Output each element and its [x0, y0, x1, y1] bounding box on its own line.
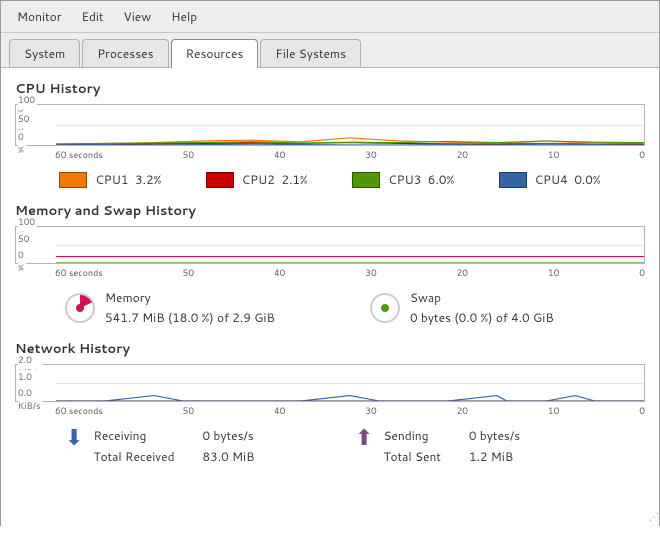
- receiving-rate: 0 bytes/s: [203, 427, 255, 444]
- cpu2-swatch: [206, 172, 234, 188]
- memory-history-section: Memory and Swap History 100 % 50 % 0 % 6…: [15, 202, 645, 326]
- legend-label: CPU2 2.1%: [242, 171, 308, 188]
- cpu4-swatch: [499, 172, 527, 188]
- tab-resources[interactable]: Resources: [171, 39, 259, 67]
- menu-edit[interactable]: Edit: [71, 5, 113, 28]
- swap-detail: Swap 0 bytes (0.0 %) of 4.0 GiB: [370, 289, 645, 326]
- tab-system[interactable]: System: [9, 39, 80, 67]
- cpu-plot: [56, 105, 644, 145]
- tab-bar: System Processes Resources File Systems: [1, 33, 659, 67]
- y-label: 0 %: [18, 130, 26, 156]
- swap-pie-icon: [370, 293, 400, 323]
- total-sent-value: 1.2 MiB: [469, 448, 520, 465]
- memory-chart: 100 % 50 % 0 %: [15, 226, 645, 264]
- cpu-legend-entry[interactable]: CPU4 0.0%: [499, 171, 601, 188]
- sending-label: Sending: [383, 427, 440, 444]
- y-label: 0.0 KiB/s: [18, 386, 42, 412]
- cpu-legend-entry[interactable]: CPU1 3.2%: [59, 171, 161, 188]
- total-received-value: 83.0 MiB: [203, 448, 255, 465]
- memory-plot: [56, 227, 644, 263]
- receiving-label: Receiving: [93, 427, 174, 444]
- tab-filesystems[interactable]: File Systems: [260, 39, 361, 67]
- network-plot: [56, 365, 644, 401]
- sending-rate: 0 bytes/s: [469, 427, 520, 444]
- resize-grip-icon[interactable]: ⋰: [649, 510, 657, 524]
- content-area: CPU History 100 % 50 % 0 % 60 seconds 50…: [1, 67, 659, 534]
- legend-label: CPU3 6.0%: [388, 171, 454, 188]
- memory-pie-icon: [65, 293, 95, 323]
- menu-view[interactable]: View: [114, 5, 162, 28]
- memory-history-title: Memory and Swap History: [15, 202, 645, 220]
- cpu-legend: CPU1 3.2% CPU2 2.1% CPU3 6.0% CPU4 0.0%: [15, 171, 645, 188]
- menu-monitor[interactable]: Monitor: [7, 5, 71, 28]
- network-xaxis: 60 seconds 50 40 30 20 10 0: [55, 404, 645, 417]
- cpu-legend-entry[interactable]: CPU2 2.1%: [206, 171, 308, 188]
- menu-help[interactable]: Help: [161, 5, 207, 28]
- legend-label: CPU4 0.0%: [535, 171, 601, 188]
- cpu-history-title: CPU History: [15, 80, 645, 98]
- total-sent-label: Total Sent: [383, 448, 440, 465]
- network-history-section: Network History 2.0 KiB/s 1.0 KiB/s 0.0 …: [15, 340, 645, 465]
- cpu-chart: 100 % 50 % 0 %: [15, 104, 645, 146]
- memory-xaxis: 60 seconds 50 40 30 20 10 0: [55, 266, 645, 279]
- y-label: 0 %: [18, 248, 26, 274]
- download-icon: ⬇: [65, 427, 83, 465]
- swap-value: 0 bytes (0.0 %) of 4.0 GiB: [410, 309, 554, 326]
- tab-processes[interactable]: Processes: [82, 39, 168, 67]
- total-received-label: Total Received: [93, 448, 174, 465]
- swap-label: Swap: [410, 289, 554, 306]
- cpu3-swatch: [352, 172, 380, 188]
- cpu-legend-entry[interactable]: CPU3 6.0%: [352, 171, 454, 188]
- cpu1-swatch: [59, 172, 87, 188]
- upload-icon: ⬆: [355, 427, 373, 465]
- cpu-history-section: CPU History 100 % 50 % 0 % 60 seconds 50…: [15, 80, 645, 188]
- sending-detail: ⬆ Sending 0 bytes/s Total Sent 1.2 MiB: [355, 427, 645, 465]
- memory-detail: Memory 541.7 MiB (18.0 %) of 2.9 GiB: [65, 289, 340, 326]
- cpu-xaxis: 60 seconds 50 40 30 20 10 0: [55, 148, 645, 161]
- memory-label: Memory: [105, 289, 275, 306]
- network-chart: 2.0 KiB/s 1.0 KiB/s 0.0 KiB/s: [15, 364, 645, 402]
- legend-label: CPU1 3.2%: [95, 171, 161, 188]
- memory-value: 541.7 MiB (18.0 %) of 2.9 GiB: [105, 309, 275, 326]
- network-history-title: Network History: [15, 340, 645, 358]
- receiving-detail: ⬇ Receiving 0 bytes/s Total Received 83.…: [65, 427, 355, 465]
- menubar: Monitor Edit View Help: [1, 1, 659, 33]
